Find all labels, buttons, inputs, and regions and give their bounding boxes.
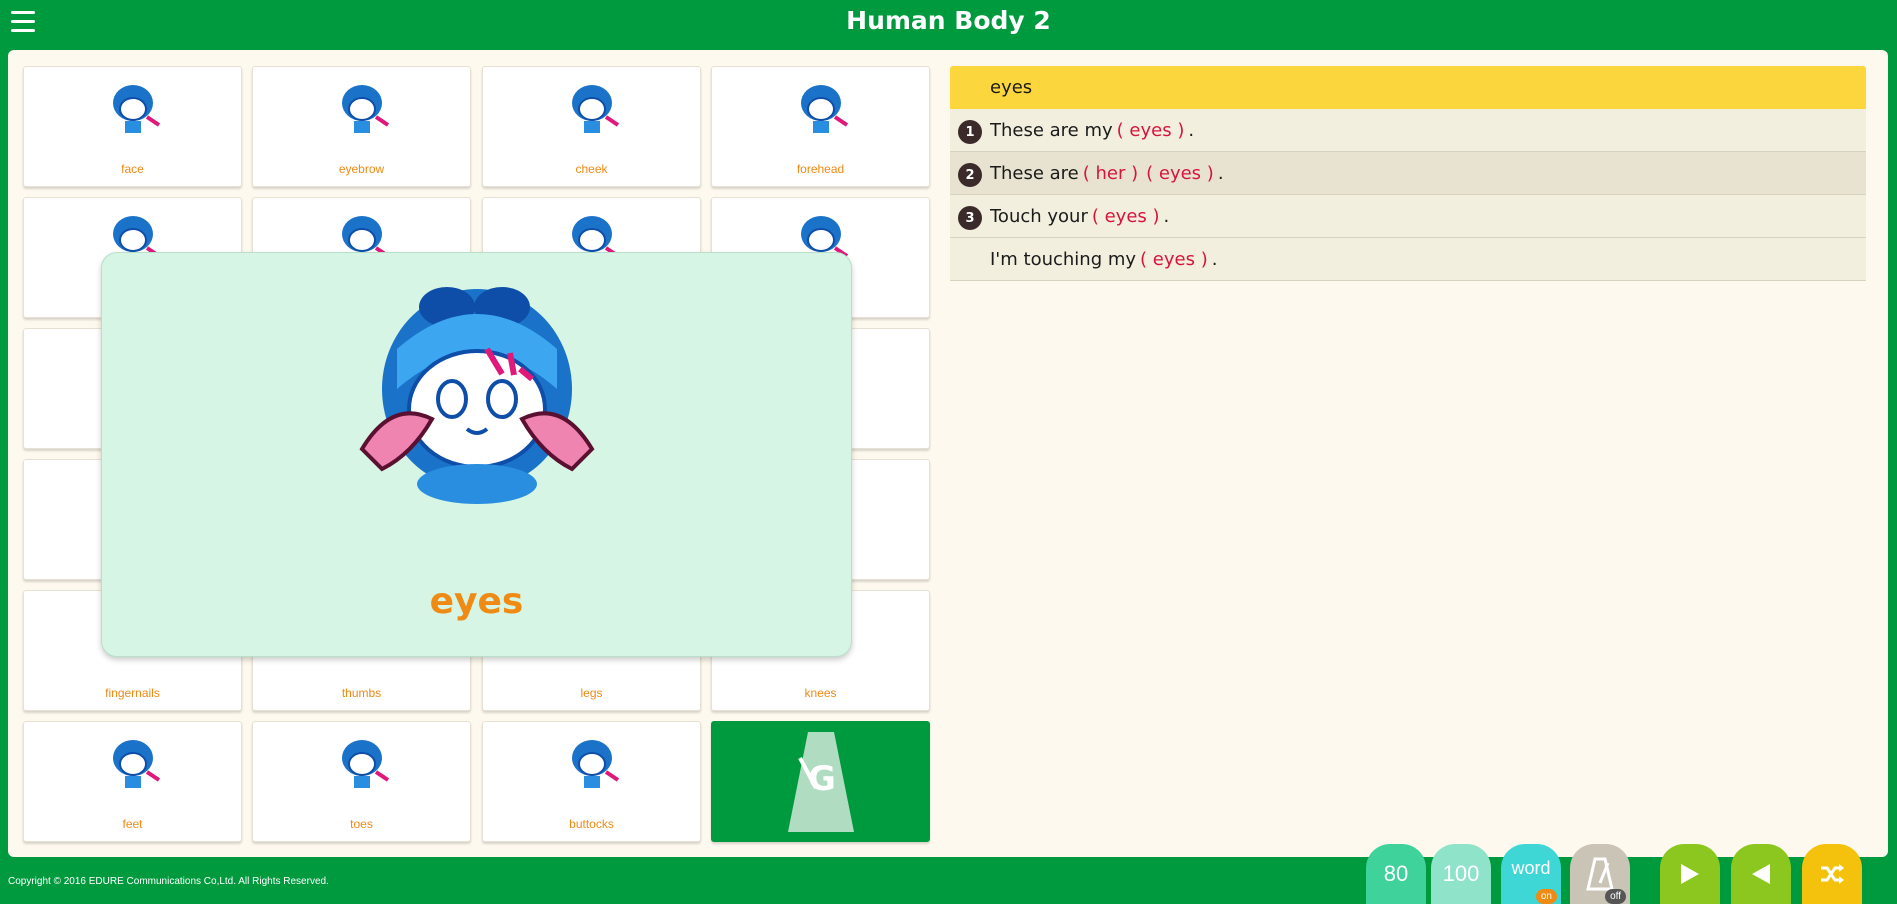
speed-80-button[interactable]: 80 [1366,844,1426,904]
sentence-end: . [1188,119,1195,141]
card-illustration [571,85,619,133]
sentence-text: Touch your [990,205,1088,227]
word-toggle-label: word [1511,858,1551,878]
play-button[interactable] [1660,844,1720,904]
card-toes[interactable]: toes [252,721,471,842]
card-illustration [800,85,848,133]
sentence-text: I'm touching my [990,248,1137,270]
metronome-toggle-button[interactable]: off [1570,844,1630,904]
card-label: forehead [796,162,845,176]
sentence-number: 1 [958,120,982,144]
metronome-icon [1586,857,1614,891]
metronome-state-badge: off [1605,889,1626,904]
sentence-text: These are my [990,119,1113,141]
card-label: eyebrow [338,162,385,176]
sentence-number: 3 [958,206,982,230]
previous-button[interactable] [1731,844,1791,904]
card-face[interactable]: face [23,66,242,187]
card-label: fingernails [105,686,160,700]
sentence-answer: ( her ) [1082,162,1139,184]
card-forehead[interactable]: forehead [711,66,930,187]
back-icon [1752,864,1770,884]
sentence-answer: ( eyes ) [1140,248,1208,270]
sentence-row[interactable]: 3 Touch your( eyes ). [950,195,1866,238]
sentence-end: . [1163,205,1170,227]
speed-100-label: 100 [1442,861,1480,886]
copyright-text: Copyright © 2016 EDURE Communications Co… [8,876,329,887]
card-illustration [112,85,160,133]
sentence-answer: ( eyes ) [1091,205,1160,227]
card-label: toes [350,817,373,831]
card-label: knees [804,686,837,700]
shuffle-icon [1821,864,1844,884]
sentence-number: 2 [958,163,982,187]
card-illustration [571,740,619,788]
header-bar: Human Body 2 [0,0,1897,50]
sentence-end: . [1217,162,1224,184]
sentence-text: These are [990,162,1079,184]
sentence-end: . [1211,248,1218,270]
card-eyebrow[interactable]: eyebrow [252,66,471,187]
card-cheek[interactable]: cheek [482,66,701,187]
card-buttocks[interactable]: buttocks [482,721,701,842]
card-illustration [341,85,389,133]
sentence-row[interactable]: I'm touching my( eyes ). [950,238,1866,281]
metronome-icon: G [788,732,854,832]
card-label: legs [580,686,603,700]
card-label: feet [122,817,143,831]
card-item-23[interactable]: G [711,721,930,842]
sentence-panel: eyes 1 These are my( eyes ). 2 These are( h… [950,66,1866,281]
sentence-row[interactable]: 2 These are( her ) ( eyes ). [950,152,1866,195]
play-icon [1681,864,1699,884]
word-state-badge: on [1535,889,1557,904]
sentence-answer: ( eyes ) [1146,162,1214,184]
speed-100-button[interactable]: 100 [1431,844,1491,904]
card-illustration [112,740,160,788]
sentence-answer: ( eyes ) [1116,119,1185,141]
speed-80-label: 80 [1383,861,1409,886]
metronome-letter: G [808,759,836,799]
sentence-header: eyes [950,66,1866,109]
sentence-header-word: eyes [990,77,1033,98]
popup-word: eyes [429,581,524,622]
sentence-row[interactable]: 1 These are my( eyes ). [950,109,1866,152]
card-label: cheek [575,162,608,176]
card-label: thumbs [341,686,382,700]
card-label: face [121,162,144,176]
word-toggle-button[interactable]: word on [1501,844,1561,904]
card-feet[interactable]: feet [23,721,242,842]
card-label: buttocks [569,817,614,831]
shuffle-button[interactable] [1802,844,1862,904]
page-title: Human Body 2 [846,6,1051,35]
eyes-illustration [359,287,595,504]
card-illustration [341,740,389,788]
word-popup[interactable]: eyes [101,252,852,657]
